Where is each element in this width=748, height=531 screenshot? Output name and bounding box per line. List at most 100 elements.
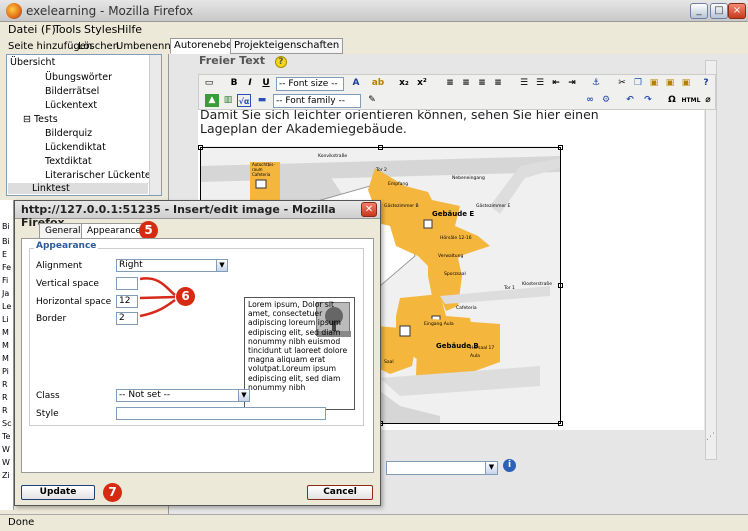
paragraph-text: Damit Sie sich leichter orientieren könn… (200, 110, 599, 136)
html-source-button[interactable]: HTML (681, 94, 701, 107)
horizontal-rule-icon[interactable]: ▬ (255, 94, 269, 107)
resize-handle[interactable] (558, 283, 563, 288)
align-left-icon[interactable]: ≡ (443, 77, 457, 90)
edit-icon[interactable]: ✎ (365, 94, 379, 107)
outdent-icon[interactable]: ⇤ (549, 77, 563, 90)
hspace-input[interactable]: 12 (116, 295, 138, 308)
tab-project-properties[interactable]: Projekteigenschaften (230, 38, 344, 54)
list-item: Bi (2, 222, 10, 231)
font-color-icon[interactable]: A (349, 77, 363, 90)
paste-icon[interactable]: ▣ (647, 77, 661, 90)
clear-format-icon[interactable]: ⌀ (701, 94, 715, 107)
page-scrollbar[interactable] (705, 60, 717, 460)
alignment-select[interactable]: Right ▼ (116, 259, 228, 272)
insert-media-icon[interactable]: ▥ (221, 94, 235, 107)
list-item: Pi (2, 367, 9, 376)
help-icon[interactable]: ? (274, 56, 287, 68)
list-item: Bi (2, 237, 10, 246)
list-item: Fe (2, 263, 12, 272)
tree-item-label: Tests (33, 114, 58, 125)
underline-button[interactable]: U (259, 77, 273, 90)
math-icon[interactable]: √α (237, 94, 251, 107)
tree-item[interactable]: Lückentext (45, 100, 97, 111)
menu-hilfe[interactable]: Hilfe (117, 23, 142, 36)
resize-handle[interactable] (558, 145, 563, 150)
map-label: Hörsaal 17 (470, 346, 495, 351)
list-item: W (2, 458, 10, 467)
cut-icon[interactable]: ✂ (615, 77, 629, 90)
image-preview: Lorem ipsum, Dolor sit amet, consectetue… (244, 297, 355, 410)
link-icon[interactable]: ∞ (583, 94, 597, 107)
bold-button[interactable]: B (227, 77, 241, 90)
paste-text-icon[interactable]: ▣ (663, 77, 677, 90)
menu-styles[interactable]: Styles (84, 23, 117, 36)
tree-item[interactable]: Übungswörter (45, 72, 112, 83)
idevice-title-text: Freier Text (199, 54, 266, 67)
class-value: -- Not set -- (119, 390, 171, 400)
style-input[interactable] (116, 407, 326, 420)
dialog-titlebar: http://127.0.0.1:51235 - Insert/edit ima… (15, 201, 380, 229)
align-center-icon[interactable]: ≡ (459, 77, 473, 90)
minimize-button[interactable]: _ (690, 3, 708, 19)
tree-item-overview[interactable]: Übersicht (10, 57, 55, 68)
update-button[interactable]: Update (21, 485, 95, 500)
bullet-list-icon[interactable]: ☰ (517, 77, 531, 90)
new-document-icon[interactable]: ▭ (202, 77, 216, 90)
vspace-input[interactable] (116, 277, 138, 290)
resize-handle[interactable] (198, 145, 203, 150)
align-right-icon[interactable]: ≡ (475, 77, 489, 90)
info-icon[interactable]: i (503, 459, 516, 472)
maximize-button[interactable]: □ (710, 3, 728, 19)
special-char-button[interactable]: Ω (665, 94, 679, 107)
tree-item[interactable]: Textdiktat (45, 156, 92, 167)
help-circle-icon[interactable]: ? (699, 77, 713, 90)
highlight-color-icon[interactable]: ab (371, 77, 385, 90)
tree-scrollbar[interactable] (149, 55, 161, 195)
resize-grip-icon[interactable]: ⋰ (706, 432, 718, 444)
undo-icon[interactable]: ↶ (623, 94, 637, 107)
italic-button[interactable]: I (243, 77, 257, 90)
menu-tools[interactable]: Tools (54, 23, 81, 36)
chevron-down-icon: ▼ (238, 390, 249, 401)
map-label: Empfang (388, 182, 409, 187)
superscript-button[interactable]: x² (415, 77, 429, 90)
chevron-down-icon: ▼ (216, 260, 227, 271)
copy-icon[interactable]: ❐ (631, 77, 645, 90)
tree-item[interactable]: Bilderquiz (45, 128, 92, 139)
resize-handle[interactable] (558, 421, 563, 426)
delete-button[interactable]: Löschen (78, 41, 119, 52)
tree-item[interactable]: Literarischer Lückentext (45, 170, 160, 181)
class-select[interactable]: -- Not set -- ▼ (116, 389, 250, 402)
font-family-select[interactable]: -- Font family -- (273, 94, 361, 108)
tree-item-tests[interactable]: ⊟ Tests (23, 114, 58, 125)
tree-item[interactable]: Lückendiktat (45, 142, 106, 153)
class-label: Class (36, 391, 60, 401)
cancel-button[interactable]: Cancel (307, 485, 373, 500)
numbered-list-icon[interactable]: ☰ (533, 77, 547, 90)
redo-icon[interactable]: ↷ (641, 94, 655, 107)
list-item: M (2, 354, 9, 363)
tree-item[interactable]: Bilderrätsel (45, 86, 99, 97)
indent-icon[interactable]: ⇥ (565, 77, 579, 90)
subscript-button[interactable]: x₂ (397, 77, 411, 90)
anchor-icon[interactable]: ⚓ (589, 77, 603, 90)
resize-handle[interactable] (378, 145, 383, 150)
close-button[interactable]: × (728, 3, 746, 19)
paste-word-icon[interactable]: ▣ (679, 77, 693, 90)
unlink-icon[interactable]: ⚙ (599, 94, 613, 107)
align-justify-icon[interactable]: ≡ (491, 77, 505, 90)
status-bar: Done (0, 514, 748, 531)
tree-item-selected[interactable]: Linktest (8, 183, 148, 194)
dialog-close-button[interactable]: ✕ (361, 202, 377, 217)
menu-datei[interactable]: Datei (F) (8, 23, 56, 36)
tab-appearance[interactable]: Appearance (81, 223, 148, 239)
border-label: Border (36, 314, 67, 324)
style-select[interactable]: ▼ (386, 461, 498, 475)
border-input[interactable]: 2 (116, 312, 138, 325)
hspace-label: Horizontal space (36, 297, 112, 307)
status-text: Done (8, 517, 35, 528)
insert-image-icon[interactable]: ▲ (205, 94, 219, 107)
tab-general[interactable]: General (39, 223, 87, 239)
font-size-select[interactable]: -- Font size -- (276, 77, 344, 91)
style-label: Style (36, 409, 59, 419)
